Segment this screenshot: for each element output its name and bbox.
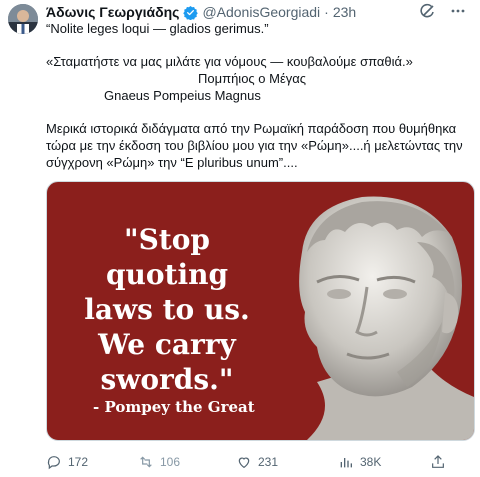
author-name[interactable]: Άδωνις Γεωργιάδης: [46, 4, 179, 20]
tweet-line-6: σύγχρονη «Ρώμη» την “E pluribus unum”...…: [46, 155, 298, 170]
reply-count: 172: [68, 455, 89, 469]
tweet-line-5: τώρα με την έκδοση του βιβλίου μου για τ…: [46, 138, 463, 153]
tweet-image[interactable]: "Stop quoting laws to us. We carry sword…: [46, 181, 475, 441]
share-button[interactable]: [430, 454, 446, 470]
retweet-count: 106: [160, 455, 181, 469]
tweet-time[interactable]: 23h: [333, 4, 356, 20]
retweet-icon: [140, 456, 152, 468]
separator-dot: ·: [324, 4, 329, 20]
tweet: Άδωνις Γεωργιάδης @AdonisGeorgiadi · 23h…: [0, 0, 480, 477]
image-attribution: - Pompey the Great: [93, 398, 255, 416]
author-handle[interactable]: @AdonisGeorgiadi: [202, 4, 320, 20]
avatar[interactable]: [8, 4, 38, 34]
reply-icon: [47, 456, 60, 470]
verified-badge-icon: [183, 5, 199, 20]
retweet-button[interactable]: 106: [138, 454, 180, 470]
tweet-line-pompey-greek: Πομπήιος ο Μέγας: [198, 71, 307, 86]
tweet-actions: 172 106 231 38K: [46, 452, 476, 472]
like-count: 231: [258, 455, 279, 469]
like-button[interactable]: 231: [236, 454, 278, 470]
tweet-header: Άδωνις Γεωργιάδης @AdonisGeorgiadi · 23h: [46, 3, 356, 21]
tweet-line-latin: “Nolite leges loqui — gladios gerimus.”: [46, 21, 269, 36]
tweet-line-pompey-latin: Gnaeus Pompeius Magnus: [104, 88, 261, 103]
tweet-line-greek-quote: «Σταματήστε να μας μιλάτε για νόμους — κ…: [46, 54, 413, 69]
share-icon: [432, 455, 444, 468]
tweet-text: “Nolite leges loqui — gladios gerimus.” …: [46, 20, 468, 171]
pompey-bust-image: [299, 196, 474, 440]
reply-button[interactable]: 172: [46, 454, 88, 470]
views-button[interactable]: 38K: [338, 454, 381, 470]
views-icon: [340, 458, 352, 468]
tweet-line-4: Μερικά ιστορικά διδάγματα από την Ρωμαϊκ…: [46, 121, 457, 136]
like-icon: [238, 457, 250, 469]
views-count: 38K: [360, 455, 382, 469]
